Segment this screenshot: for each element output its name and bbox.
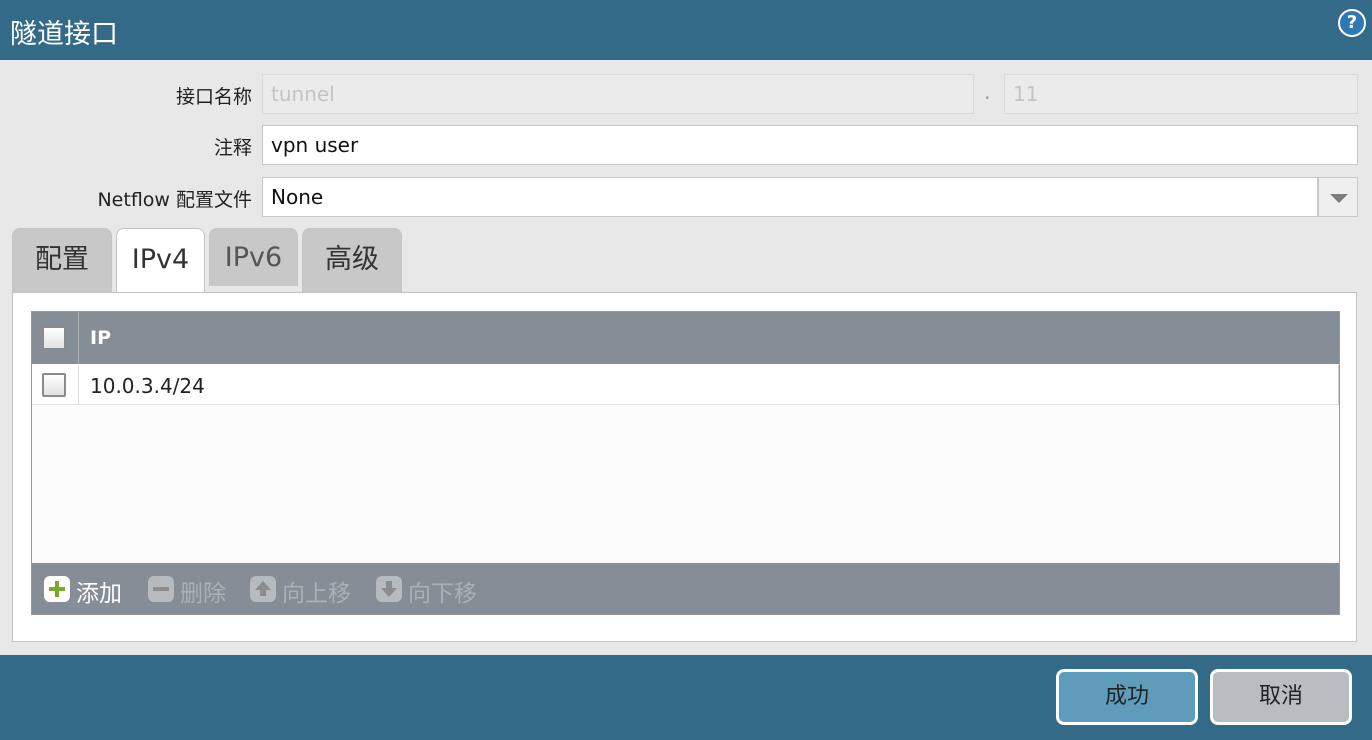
ok-button[interactable]: 成功 (1056, 669, 1198, 725)
tab-config[interactable]: 配置 (12, 228, 112, 292)
table-header: IP (32, 312, 1339, 364)
row-edge (1338, 365, 1339, 405)
netflow-select[interactable]: None (262, 177, 1318, 217)
move-up-label: 向上移 (282, 581, 351, 607)
table-toolbar: 添加 删除 向上移 向下移 (32, 563, 1339, 614)
netflow-row: Netflow 配置文件 None (0, 177, 1372, 217)
move-up-icon (250, 576, 276, 602)
ip-column-header: IP (90, 327, 111, 349)
interface-name-label: 接口名称 (175, 86, 252, 108)
comment-label: 注释 (213, 137, 252, 159)
interface-suffix-field[interactable]: 11 (1004, 74, 1358, 114)
column-divider (78, 312, 79, 364)
column-divider (78, 365, 79, 405)
comment-row: 注释 vpn user (0, 125, 1372, 165)
netflow-label: Netflow 配置文件 (97, 189, 252, 211)
dialog-footer: 成功 取消 (0, 655, 1372, 740)
select-all-checkbox[interactable] (42, 326, 66, 350)
interface-name-separator: . (984, 80, 991, 104)
interface-name-row: 接口名称 tunnel . 11 (0, 74, 1372, 114)
row-checkbox[interactable] (42, 373, 66, 397)
ipv4-panel: IP 10.0.3.4/24 添加 删除 向上移 向下移 (12, 292, 1357, 642)
ip-cell[interactable]: 10.0.3.4/24 (90, 374, 205, 398)
cancel-button[interactable]: 取消 (1210, 669, 1352, 725)
tab-advanced[interactable]: 高级 (302, 228, 402, 292)
move-down-label: 向下移 (408, 581, 477, 607)
ip-table: IP 10.0.3.4/24 添加 删除 向上移 向下移 (31, 311, 1340, 615)
chevron-down-icon[interactable] (1318, 177, 1358, 217)
add-label: 添加 (76, 581, 122, 607)
delete-icon (148, 576, 174, 602)
move-down-icon (376, 576, 402, 602)
delete-label: 删除 (180, 581, 226, 607)
interface-name-field: tunnel (262, 74, 974, 114)
add-icon (44, 576, 70, 602)
comment-input[interactable]: vpn user (262, 125, 1358, 165)
tab-ipv6[interactable]: IPv6 (209, 228, 298, 286)
table-row[interactable]: 10.0.3.4/24 (32, 365, 1339, 405)
dialog-titlebar: 隧道接口 ? (0, 0, 1372, 60)
help-icon[interactable]: ? (1338, 9, 1366, 37)
tab-ipv4[interactable]: IPv4 (116, 228, 205, 294)
dialog-title: 隧道接口 (10, 19, 118, 50)
